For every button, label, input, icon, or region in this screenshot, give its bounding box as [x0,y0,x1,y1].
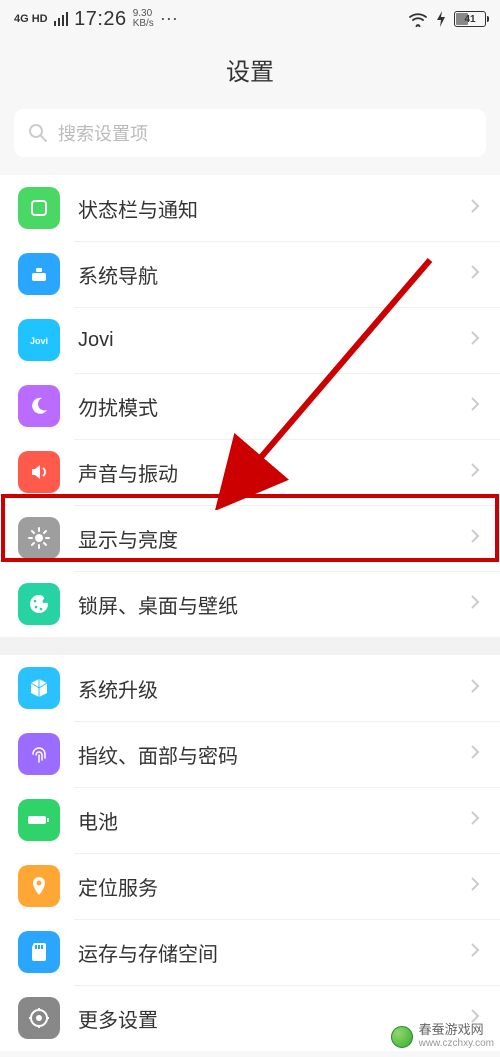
row-label: 系统升级 [78,674,470,703]
search-container: 搜索设置项 [0,109,500,175]
row-status-notif[interactable]: 状态栏与通知 [0,175,500,241]
moon-icon [18,385,60,427]
page-title: 设置 [0,38,500,109]
search-icon [28,123,48,143]
nav-icon [18,253,60,295]
row-storage[interactable]: 运存与存储空间 [0,919,500,985]
pin-icon [18,865,60,907]
row-label: 勿扰模式 [78,392,470,421]
svg-text:Jovi: Jovi [30,336,48,346]
chevron-right-icon [470,330,480,351]
row-label: Jovi [78,329,470,352]
row-nav[interactable]: 系统导航 [0,241,500,307]
row-jovi[interactable]: Jovi Jovi [0,307,500,373]
speaker-icon [18,451,60,493]
settings-group-1: 状态栏与通知 系统导航 Jovi Jovi 勿扰模式 声音与振动 显示与亮度 [0,175,500,637]
chevron-right-icon [470,264,480,285]
row-display[interactable]: 显示与亮度 [0,505,500,571]
sd-icon [18,931,60,973]
charging-icon [436,11,446,27]
square-icon [18,187,60,229]
battery-icon [18,799,60,841]
settings-group-2: 系统升级 指纹、面部与密码 电池 定位服务 运存与存储空间 更多设置 [0,655,500,1051]
row-dnd[interactable]: 勿扰模式 [0,373,500,439]
row-biometric[interactable]: 指纹、面部与密码 [0,721,500,787]
chevron-right-icon [470,198,480,219]
row-label: 电池 [78,806,470,835]
chevron-right-icon [470,594,480,615]
row-update[interactable]: 系统升级 [0,655,500,721]
search-input[interactable]: 搜索设置项 [14,109,486,157]
watermark-url: www.czchxy.com [419,1037,494,1051]
chevron-right-icon [470,462,480,483]
watermark-logo-icon [391,1026,413,1048]
speed-unit: KB/s [133,19,154,29]
row-battery[interactable]: 电池 [0,787,500,853]
row-location[interactable]: 定位服务 [0,853,500,919]
chevron-right-icon [470,942,480,963]
net-speed: 9.30 KB/s [133,9,154,29]
more-status-icon: ⋯ [160,9,180,30]
battery-icon: 41 [454,11,486,27]
row-label: 指纹、面部与密码 [78,740,470,769]
search-placeholder: 搜索设置项 [58,120,148,146]
jovi-icon: Jovi [18,319,60,361]
cube-icon [18,667,60,709]
signal-bars-icon [54,12,69,26]
fingerprint-icon [18,733,60,775]
row-label: 定位服务 [78,872,470,901]
chevron-right-icon [470,876,480,897]
watermark-name: 春蚕游戏网 [419,1023,494,1037]
row-label: 声音与振动 [78,458,470,487]
battery-level: 41 [464,14,475,25]
chevron-right-icon [470,810,480,831]
chevron-right-icon [470,528,480,549]
brightness-icon [18,517,60,559]
row-label: 系统导航 [78,260,470,289]
section-divider [0,637,500,655]
chevron-right-icon [470,678,480,699]
status-right: 41 [408,11,486,27]
row-label: 锁屏、桌面与壁纸 [78,590,470,619]
status-bar: 4G HD 17:26 9.30 KB/s ⋯ 41 [0,0,500,38]
palette-icon [18,583,60,625]
row-label: 运存与存储空间 [78,938,470,967]
row-lock[interactable]: 锁屏、桌面与壁纸 [0,571,500,637]
watermark: 春蚕游戏网 www.czchxy.com [391,1023,494,1051]
status-left: 4G HD 17:26 9.30 KB/s ⋯ [14,8,180,31]
row-label: 显示与亮度 [78,524,470,553]
clock: 17:26 [74,8,127,31]
row-label: 状态栏与通知 [78,194,470,223]
wifi-icon [408,11,428,27]
chevron-right-icon [470,744,480,765]
gear-icon [18,997,60,1039]
chevron-right-icon [470,396,480,417]
row-sound[interactable]: 声音与振动 [0,439,500,505]
network-type: 4G HD [14,13,48,25]
